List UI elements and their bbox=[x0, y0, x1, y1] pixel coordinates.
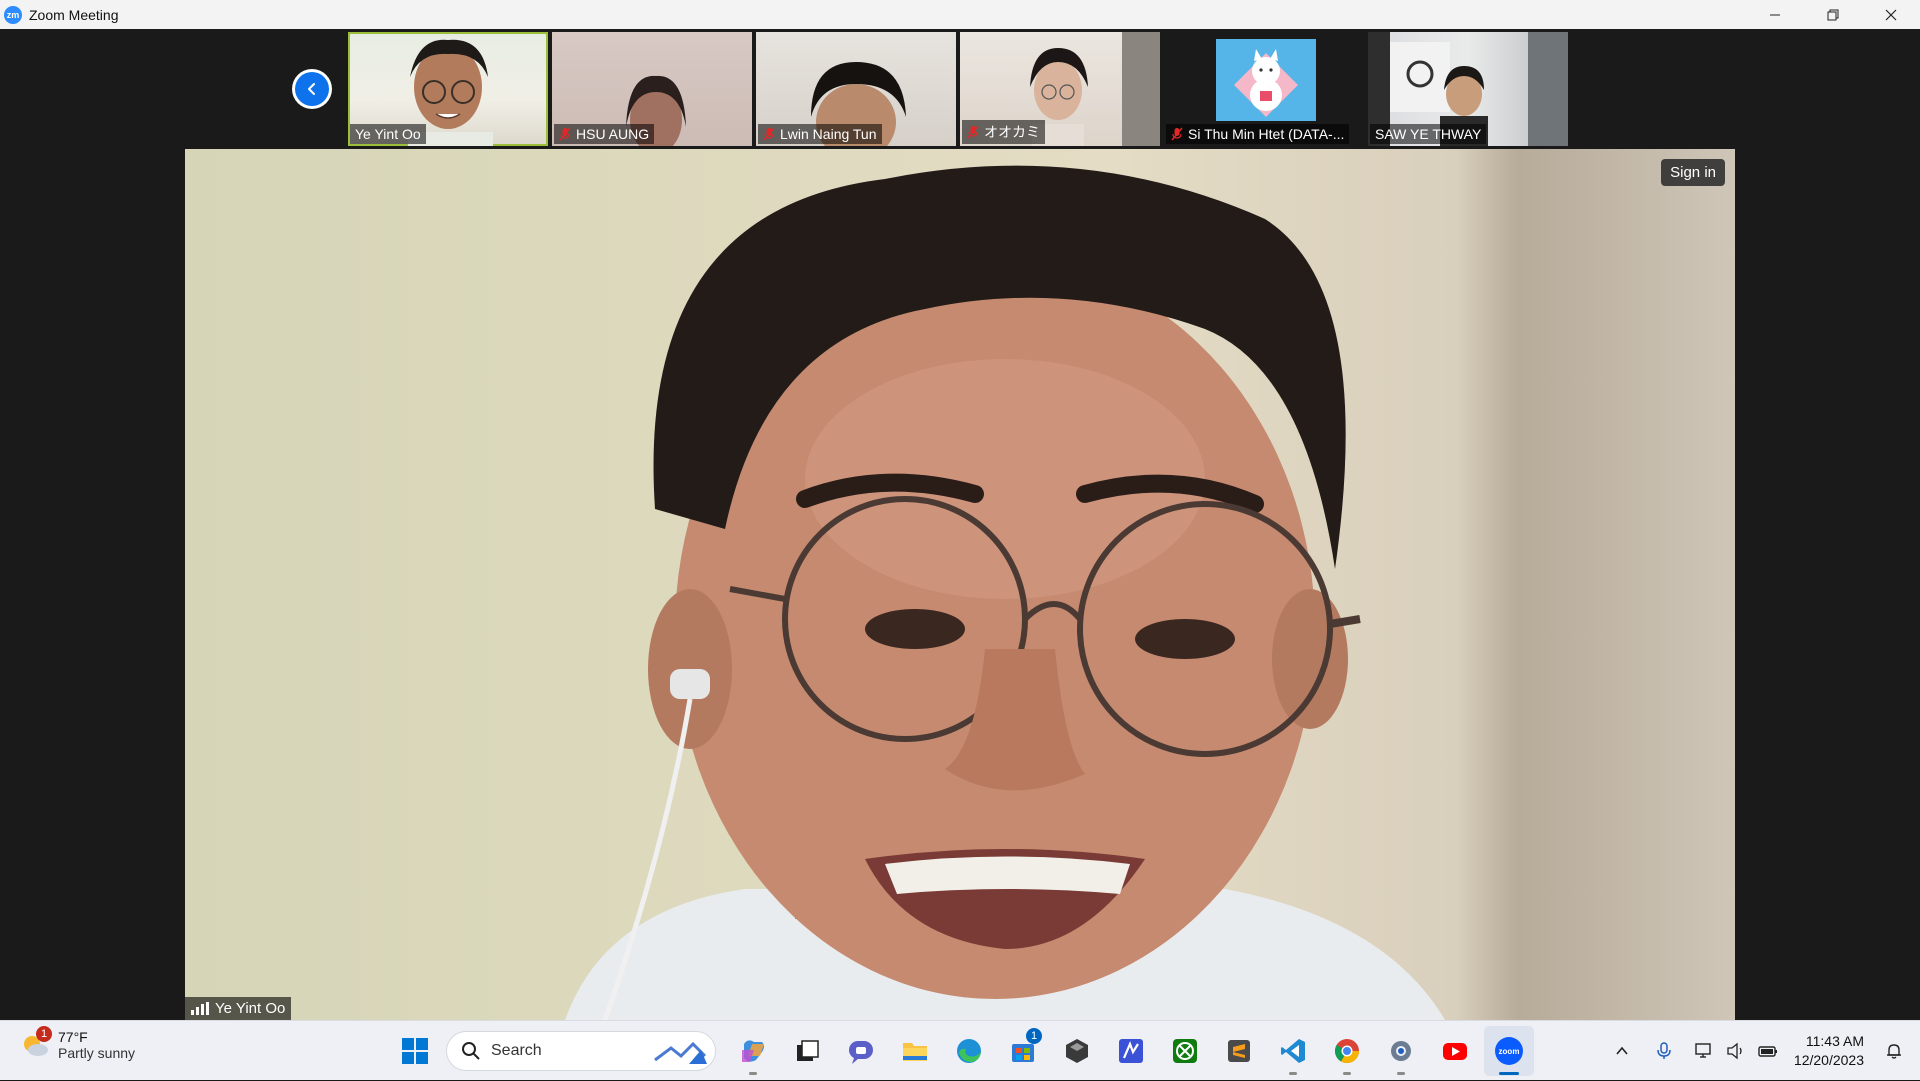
teams-chat-icon[interactable] bbox=[836, 1026, 886, 1076]
partly-sunny-icon: 1 bbox=[20, 1026, 52, 1060]
participant-name-tag: オオカミ bbox=[962, 120, 1045, 144]
chrome-icon[interactable] bbox=[1322, 1026, 1372, 1076]
search-icon bbox=[462, 1042, 480, 1060]
speaker-name-tag: Ye Yint Oo bbox=[185, 997, 292, 1020]
gallery-strip: Ye Yint Oo HSU AUNG Lwin Naing Tun オオカミ … bbox=[348, 32, 1568, 146]
participant-name-tag: HSU AUNG bbox=[554, 124, 655, 144]
clock-date: 12/20/2023 bbox=[1793, 1052, 1864, 1068]
weather-temperature: 77°F bbox=[58, 1029, 88, 1045]
task-view-icon[interactable] bbox=[782, 1026, 832, 1076]
muted-mic-icon bbox=[763, 127, 775, 141]
meeting-area: Ye Yint Oo HSU AUNG Lwin Naing Tun オオカミ … bbox=[0, 29, 1920, 1020]
network-icon[interactable] bbox=[1690, 1037, 1718, 1065]
zoom-taskbar-icon[interactable]: zoom bbox=[1484, 1026, 1534, 1076]
minimize-icon bbox=[1770, 14, 1780, 15]
volume-icon[interactable] bbox=[1722, 1037, 1750, 1065]
search-highlight-icon bbox=[654, 1041, 707, 1064]
participant-name: HSU AUNG bbox=[576, 126, 650, 142]
speaker-video-frame bbox=[565, 165, 1445, 1020]
participant-thumbnail[interactable]: HSU AUNG bbox=[552, 32, 752, 146]
sign-in-button[interactable]: Sign in bbox=[1661, 159, 1725, 186]
participant-thumbnail[interactable]: SAW YE THWAY bbox=[1368, 32, 1568, 146]
microsoft-store-icon[interactable]: 1 bbox=[998, 1026, 1048, 1076]
youtube-icon[interactable] bbox=[1430, 1026, 1480, 1076]
window-controls bbox=[1746, 0, 1920, 29]
close-icon bbox=[1885, 9, 1897, 20]
participant-thumbnail[interactable]: Si Thu Min Htet (DATA-... bbox=[1164, 32, 1364, 146]
store-badge: 1 bbox=[1026, 1028, 1042, 1044]
participant-thumbnail[interactable]: Ye Yint Oo bbox=[348, 32, 548, 146]
file-explorer-icon[interactable] bbox=[890, 1026, 940, 1076]
participant-name: SAW YE THWAY bbox=[1375, 126, 1482, 142]
participant-name: Lwin Naing Tun bbox=[780, 126, 877, 142]
search-label: Search bbox=[491, 1042, 542, 1059]
zoom-app-icon: zm bbox=[4, 5, 22, 24]
system-tray: 11:43 AM 12/20/2023 bbox=[1606, 1021, 1920, 1081]
active-speaker-video[interactable]: Sign in Ye Yint Oo bbox=[185, 149, 1735, 1020]
weather-badge: 1 bbox=[36, 1026, 52, 1042]
taskbar: 1 77°F Partly sunny Search 1 zoom 11:43 … bbox=[0, 1020, 1920, 1080]
unity-hub-icon[interactable] bbox=[1052, 1026, 1102, 1076]
copilot-icon[interactable] bbox=[728, 1026, 778, 1076]
participant-name-tag: SAW YE THWAY bbox=[1370, 124, 1487, 144]
chevron-up-icon[interactable] bbox=[1608, 1037, 1636, 1065]
settings-gear-icon[interactable] bbox=[1376, 1026, 1426, 1076]
xbox-icon[interactable] bbox=[1160, 1026, 1210, 1076]
battery-icon[interactable] bbox=[1754, 1037, 1782, 1065]
weather-condition: Partly sunny bbox=[58, 1045, 136, 1061]
participant-name: オオカミ bbox=[984, 124, 1040, 140]
gallery-previous-button[interactable] bbox=[292, 69, 332, 109]
speaker-name: Ye Yint Oo bbox=[215, 1000, 286, 1017]
participant-name: Si Thu Min Htet (DATA-... bbox=[1188, 126, 1345, 142]
minimize-button[interactable] bbox=[1746, 0, 1804, 29]
restore-icon bbox=[1827, 9, 1839, 20]
start-button[interactable] bbox=[390, 1026, 440, 1076]
windows-logo-icon bbox=[402, 1038, 428, 1064]
chevron-left-icon bbox=[308, 83, 315, 95]
system-clock[interactable]: 11:43 AM 12/20/2023 bbox=[1794, 1032, 1864, 1070]
taskbar-search[interactable]: Search bbox=[446, 1031, 716, 1071]
muted-mic-icon bbox=[967, 125, 979, 139]
participant-thumbnail[interactable]: Lwin Naing Tun bbox=[756, 32, 956, 146]
muted-mic-icon bbox=[1171, 127, 1183, 141]
title-bar: zm Zoom Meeting bbox=[0, 0, 1920, 29]
avatar bbox=[1216, 39, 1316, 121]
taskbar-apps: Search 1 zoom bbox=[388, 1021, 1536, 1081]
edge-browser-icon[interactable] bbox=[944, 1026, 994, 1076]
notification-bell-icon[interactable] bbox=[1880, 1037, 1908, 1065]
vscode-icon[interactable] bbox=[1268, 1026, 1318, 1076]
participant-thumbnail[interactable]: オオカミ bbox=[960, 32, 1160, 146]
participant-name-tag: Ye Yint Oo bbox=[350, 124, 426, 144]
close-button[interactable] bbox=[1862, 0, 1920, 29]
visual-studio-preview-icon[interactable] bbox=[1106, 1026, 1156, 1076]
signal-strength-icon bbox=[191, 1002, 209, 1015]
lucky-cat-icon bbox=[1234, 49, 1298, 117]
participant-name: Ye Yint Oo bbox=[355, 126, 421, 142]
window-title: Zoom Meeting bbox=[29, 6, 119, 23]
participant-name-tag: Lwin Naing Tun bbox=[758, 124, 882, 144]
participant-name-tag: Si Thu Min Htet (DATA-... bbox=[1166, 124, 1350, 144]
muted-mic-icon bbox=[559, 127, 571, 141]
sublime-text-icon[interactable] bbox=[1214, 1026, 1264, 1076]
restore-button[interactable] bbox=[1804, 0, 1862, 29]
microphone-icon[interactable] bbox=[1650, 1037, 1678, 1065]
zoom-taskbar-label: zoom bbox=[1498, 1046, 1520, 1056]
weather-widget[interactable]: 1 77°F Partly sunny bbox=[20, 1026, 136, 1061]
clock-time: 11:43 AM bbox=[1805, 1033, 1864, 1049]
